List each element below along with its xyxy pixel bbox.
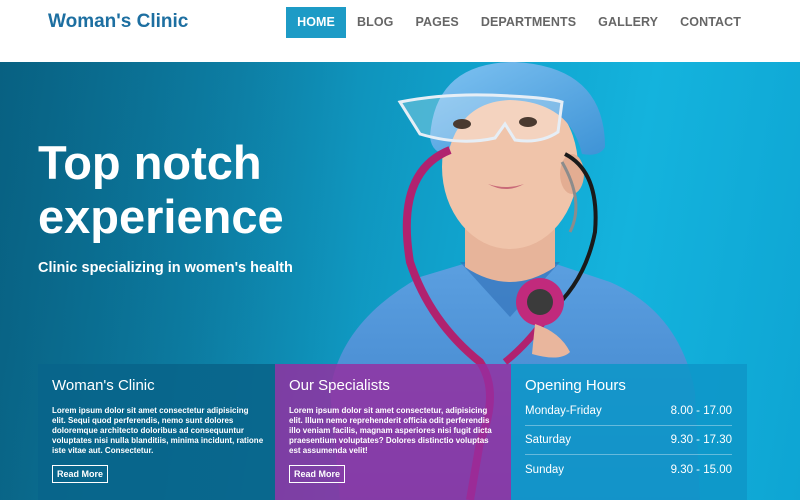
- hero-subtitle: Clinic specializing in women's health: [38, 260, 293, 276]
- nav-blog[interactable]: BLOG: [346, 7, 405, 38]
- hero-title: Top notch experience: [38, 136, 284, 243]
- about-read-more-button[interactable]: Read More: [52, 465, 108, 483]
- nav-contact[interactable]: CONTACT: [669, 7, 752, 38]
- main-nav: HOME BLOG PAGES DEPARTMENTS GALLERY CONT…: [286, 7, 752, 38]
- nav-departments[interactable]: DEPARTMENTS: [470, 7, 587, 38]
- specialists-text: Lorem ipsum dolor sit amet consectetur, …: [289, 406, 492, 455]
- specialists-panel: Our Specialists Lorem ipsum dolor sit am…: [275, 364, 511, 500]
- hours-row: Monday-Friday 8.00 - 17.00: [525, 397, 732, 426]
- hours-time: 9.30 - 15.00: [670, 463, 732, 476]
- site-logo[interactable]: Woman's Clinic: [48, 11, 188, 33]
- nav-gallery[interactable]: GALLERY: [587, 7, 669, 38]
- nav-pages[interactable]: PAGES: [404, 7, 469, 38]
- nav-home[interactable]: HOME: [286, 7, 346, 38]
- specialists-title: Our Specialists: [289, 377, 390, 394]
- about-panel: Woman's Clinic Lorem ipsum dolor sit ame…: [38, 364, 275, 500]
- specialists-read-more-button[interactable]: Read More: [289, 465, 345, 483]
- hours-time: 9.30 - 17.30: [670, 434, 732, 446]
- opening-hours-title: Opening Hours: [525, 377, 626, 394]
- hours-time: 8.00 - 17.00: [670, 405, 732, 417]
- about-title: Woman's Clinic: [52, 377, 155, 394]
- opening-hours-panel: Opening Hours Monday-Friday 8.00 - 17.00…: [511, 364, 747, 500]
- hours-day: Sunday: [525, 463, 565, 476]
- hours-day: Monday-Friday: [525, 405, 602, 417]
- site-header: Woman's Clinic HOME BLOG PAGES DEPARTMEN…: [0, 0, 800, 62]
- about-text: Lorem ipsum dolor sit amet consectetur a…: [52, 406, 264, 455]
- hours-day: Saturday: [525, 434, 572, 446]
- hours-row: Saturday 9.30 - 17.30: [525, 426, 732, 455]
- hours-row: Sunday 9.30 - 15.00: [525, 455, 732, 484]
